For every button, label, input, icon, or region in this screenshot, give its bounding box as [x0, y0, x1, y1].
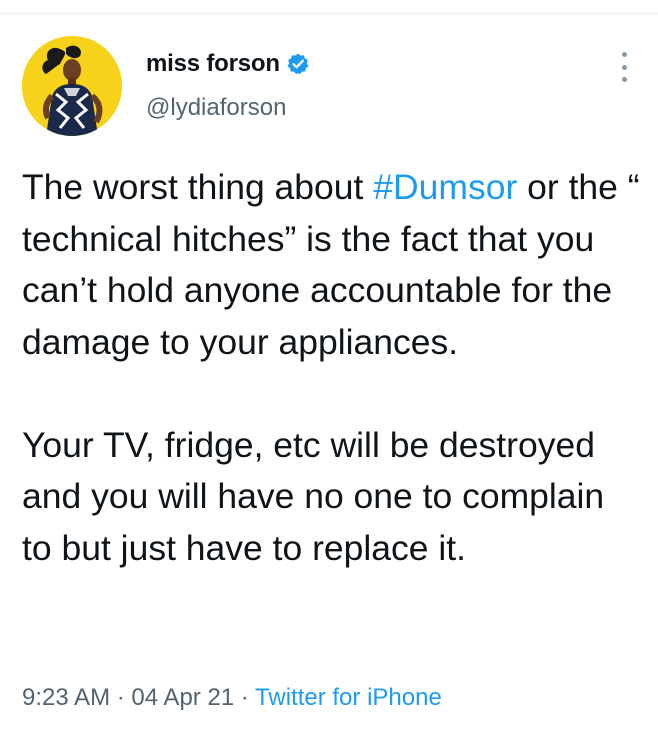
tweet-paragraph-1: The worst thing about #Dumsor or the “ t… — [22, 162, 642, 368]
more-dot — [621, 64, 627, 70]
avatar[interactable] — [22, 36, 122, 136]
tweet-header: miss forson @lydiaforson — [0, 0, 658, 150]
display-name[interactable]: miss forson — [146, 50, 280, 78]
meta-separator: · — [234, 684, 256, 711]
tweet-meta: 9:23 AM · 04 Apr 21 · Twitter for iPhone — [22, 684, 442, 712]
author-name-row[interactable]: miss forson — [146, 50, 310, 78]
more-dot — [621, 77, 627, 82]
tweet-paragraph-2: Your TV, fridge, etc will be destroyed a… — [22, 424, 605, 568]
tweet-time[interactable]: 9:23 AM — [22, 684, 110, 711]
author-handle[interactable]: @lydiaforson — [146, 94, 286, 122]
more-dot — [621, 52, 627, 57]
more-vertical-icon[interactable] — [612, 52, 636, 82]
tweet-source-link[interactable]: Twitter for iPhone — [255, 684, 442, 711]
tweet-text: The worst thing about #Dumsor or the “ t… — [22, 162, 642, 574]
tweet-date[interactable]: 04 Apr 21 — [131, 684, 234, 711]
tweet-text-segment: The worst thing about — [22, 167, 374, 207]
meta-separator: · — [110, 684, 132, 711]
hashtag-link[interactable]: #Dumsor — [373, 167, 517, 207]
avatar-image — [22, 36, 122, 136]
verified-badge-icon — [286, 52, 310, 76]
